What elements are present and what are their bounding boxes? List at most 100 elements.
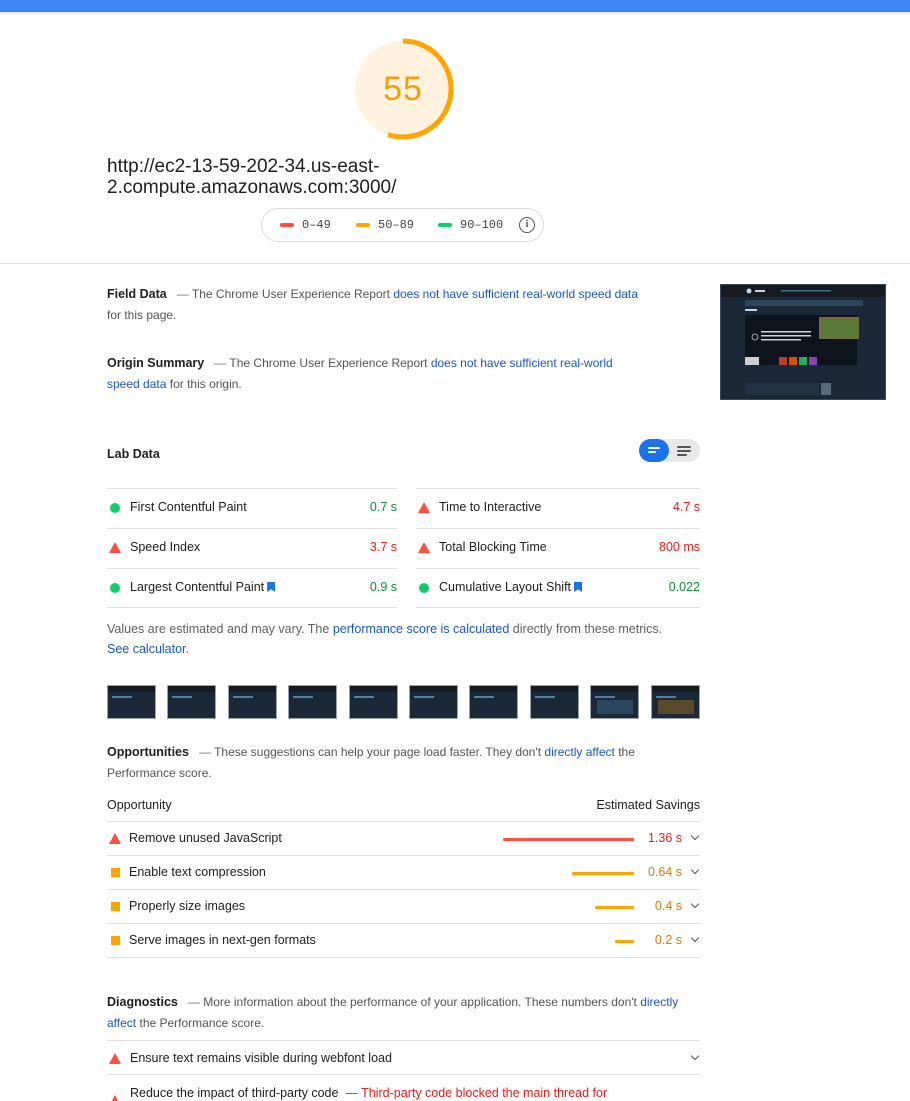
average-square-icon: [111, 902, 120, 911]
diagnostic-row-third-party[interactable]: Reduce the impact of third-party code — …: [107, 1074, 700, 1101]
legend-average-label: 50–89: [378, 218, 415, 232]
opportunity-row-unused-javascript[interactable]: Remove unused JavaScript 1.36 s: [107, 821, 700, 855]
metric-name: Total Blocking Time: [439, 540, 547, 554]
opportunity-row-next-gen-formats[interactable]: Serve images in next-gen formats 0.2 s: [107, 923, 700, 958]
detail-view-icon[interactable]: [677, 446, 691, 448]
metric-value: 800 ms: [659, 540, 700, 554]
pass-circle-icon: [110, 583, 120, 593]
savings-bar: [615, 940, 634, 943]
frame-header: [168, 686, 215, 692]
fail-triangle-icon: [109, 1053, 121, 1064]
directly-affect-link[interactable]: directly affect: [544, 745, 614, 759]
opportunities-section: Opportunities — These suggestions can he…: [107, 742, 647, 784]
frame-header: [591, 686, 638, 692]
frame-nav: [293, 696, 313, 698]
pass-circle-icon: [110, 503, 120, 513]
filmstrip-frame: [167, 685, 216, 719]
top-accent-bar: [0, 0, 910, 12]
info-icon[interactable]: i: [519, 217, 535, 233]
frame-header: [108, 686, 155, 692]
origin-summary-section: Origin Summary — The Chrome User Experie…: [107, 353, 647, 395]
bookmark-icon: [267, 582, 276, 592]
frame-header: [470, 686, 517, 692]
opportunity-name: Serve images in next-gen formats: [129, 933, 316, 947]
filmstrip-frame: [349, 685, 398, 719]
frame-content: [597, 700, 633, 714]
frame-header: [410, 686, 457, 692]
diagnostic-name: Ensure text remains visible during webfo…: [130, 1051, 392, 1065]
diagnostic-name: Reduce the impact of third-party code: [130, 1086, 339, 1100]
savings-bar: [595, 906, 634, 909]
chevron-down-icon[interactable]: [690, 899, 700, 909]
field-data-text: The Chrome User Experience Report: [191, 287, 390, 301]
metric-name: Speed Index: [130, 540, 201, 554]
opportunity-column-header: Opportunity: [107, 798, 172, 812]
tested-url: http://ec2-13-59-202-34.us-east-2.comput…: [107, 156, 397, 198]
savings-value: 0.64 s: [647, 865, 682, 879]
fail-triangle-icon: [418, 542, 430, 553]
origin-summary-text-end: for this origin.: [169, 377, 242, 391]
diagnostics-title: Diagnostics: [107, 995, 178, 1009]
top-bar-shadow: [0, 12, 910, 15]
final-screenshot-thumbnail[interactable]: [720, 284, 886, 400]
opportunities-title: Opportunities: [107, 745, 189, 759]
frame-nav: [354, 696, 374, 698]
pass-circle-icon: [419, 583, 429, 593]
opportunity-row-size-images[interactable]: Properly size images 0.4 s: [107, 889, 700, 923]
metric-time-to-interactive: Time to Interactive 4.7 s: [416, 488, 700, 528]
fail-triangle-icon: [109, 1095, 121, 1101]
metric-value: 4.7 s: [672, 500, 700, 514]
chevron-down-icon[interactable]: [690, 933, 700, 943]
opportunity-row-text-compression[interactable]: Enable text compression 0.64 s: [107, 855, 700, 889]
diagnostics-section: Diagnostics — More information about the…: [107, 992, 687, 1034]
filmstrip-frame: [530, 685, 579, 719]
savings-column-header: Estimated Savings: [596, 798, 700, 812]
frame-header: [289, 686, 336, 692]
metrics-estimate-note: Values are estimated and may vary. The p…: [107, 619, 687, 659]
savings-value: 0.4 s: [654, 899, 682, 913]
frame-nav: [595, 696, 615, 698]
score-value: 55: [383, 70, 423, 108]
savings-bar: [503, 838, 634, 841]
header-divider: [0, 263, 910, 264]
metric-speed-index: Speed Index 3.7 s: [107, 528, 397, 568]
metric-name: Time to Interactive: [439, 500, 542, 514]
frame-header: [350, 686, 397, 692]
frame-nav: [112, 696, 132, 698]
filmstrip-frame: [409, 685, 458, 719]
diagnostic-name-wrapper: Reduce the impact of third-party code — …: [130, 1086, 607, 1100]
metric-first-contentful-paint: First Contentful Paint 0.7 s: [107, 488, 397, 528]
metric-value: 0.022: [668, 580, 700, 594]
opportunity-name: Enable text compression: [129, 865, 266, 879]
chevron-down-icon[interactable]: [690, 865, 700, 875]
average-square-icon: [111, 868, 120, 877]
filmstrip: [107, 685, 700, 719]
metric-total-blocking-time: Total Blocking Time 800 ms: [416, 528, 700, 568]
diagnostics-text-end: the Performance score.: [139, 1016, 265, 1030]
legend-average-swatch: [356, 223, 370, 227]
score-legend: 0–49 50–89 90–100 i: [261, 208, 544, 242]
chevron-down-icon[interactable]: [690, 1051, 700, 1061]
savings-bar: [572, 872, 634, 875]
metric-largest-contentful-paint: Largest Contentful Paint 0.9 s: [107, 568, 397, 608]
origin-summary-title: Origin Summary: [107, 356, 205, 370]
opportunities-table-header: Opportunity Estimated Savings: [107, 798, 700, 820]
field-data-link[interactable]: does not have sufficient real-world spee…: [393, 287, 638, 301]
field-data-text-end: for this page.: [107, 308, 177, 322]
frame-header: [531, 686, 578, 692]
metric-cumulative-layout-shift: Cumulative Layout Shift 0.022: [416, 568, 700, 608]
metric-value: 3.7 s: [369, 540, 397, 554]
summary-view-icon-line: [648, 451, 656, 453]
chevron-down-icon[interactable]: [690, 831, 700, 841]
see-calculator-link[interactable]: See calculator: [107, 642, 186, 656]
origin-summary-dash: —: [214, 356, 227, 370]
score-calculated-link[interactable]: performance score is calculated: [333, 622, 509, 636]
toggle-summary-view[interactable]: [639, 439, 669, 462]
field-data-dash: —: [176, 287, 189, 301]
metrics-view-toggle[interactable]: [639, 439, 700, 462]
bookmark-icon: [574, 582, 583, 592]
metric-name: Largest Contentful Paint: [130, 580, 265, 594]
diagnostic-row-webfont[interactable]: Ensure text remains visible during webfo…: [107, 1040, 700, 1074]
opportunities-dash: —: [198, 745, 211, 759]
opportunity-name: Remove unused JavaScript: [129, 831, 282, 845]
